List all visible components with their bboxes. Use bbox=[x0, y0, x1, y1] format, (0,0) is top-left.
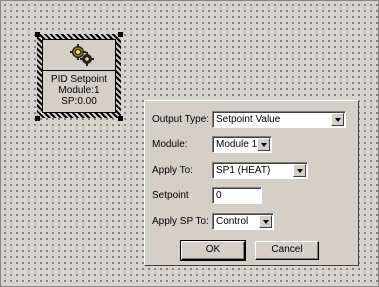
apply-sp-to-dropdown[interactable]: Control bbox=[212, 213, 274, 230]
output-type-dropdown[interactable]: Setpoint Value bbox=[212, 111, 346, 128]
selection-handle[interactable] bbox=[118, 116, 123, 121]
block-sp: SP:0.00 bbox=[61, 96, 97, 107]
apply-sp-to-value: Control bbox=[216, 216, 249, 227]
apply-sp-to-label: Apply SP To: bbox=[152, 216, 209, 227]
apply-to-dropdown[interactable]: SP1 (HEAT) bbox=[212, 162, 308, 179]
workspace-canvas[interactable]: PID Setpoint Module:1 SP:0.00 Output Typ… bbox=[0, 0, 379, 287]
block-body: PID Setpoint Module:1 SP:0.00 bbox=[42, 39, 116, 113]
setpoint-properties-panel: Output Type: Setpoint Value Module: Modu… bbox=[144, 100, 359, 266]
setpoint-input[interactable]: 0 bbox=[212, 187, 262, 204]
module-value: Module 1 bbox=[216, 139, 258, 150]
selection-handle[interactable] bbox=[118, 32, 123, 37]
selection-handle[interactable] bbox=[35, 116, 40, 121]
chevron-down-icon[interactable] bbox=[293, 164, 306, 177]
output-type-label: Output Type: bbox=[152, 114, 210, 125]
block-divider bbox=[43, 70, 115, 71]
block-title: PID Setpoint bbox=[50, 74, 108, 85]
module-dropdown[interactable]: Module 1 bbox=[212, 136, 272, 153]
apply-to-label: Apply To: bbox=[152, 165, 193, 176]
ok-button[interactable]: OK bbox=[180, 240, 246, 261]
module-label: Module: bbox=[152, 139, 188, 150]
gears-icon bbox=[70, 44, 94, 66]
block-text: PID Setpoint Module:1 SP:0.00 bbox=[43, 74, 115, 107]
pid-setpoint-block[interactable]: PID Setpoint Module:1 SP:0.00 bbox=[37, 34, 121, 118]
cancel-button[interactable]: Cancel bbox=[255, 241, 319, 260]
chevron-down-icon[interactable] bbox=[259, 215, 272, 228]
setpoint-value: 0 bbox=[216, 190, 222, 201]
block-module: Module:1 bbox=[58, 85, 100, 96]
chevron-down-icon[interactable] bbox=[331, 113, 344, 126]
chevron-down-icon[interactable] bbox=[257, 138, 270, 151]
apply-to-value: SP1 (HEAT) bbox=[216, 165, 271, 176]
selection-handle[interactable] bbox=[35, 32, 40, 37]
setpoint-label: Setpoint bbox=[152, 190, 189, 201]
output-type-value: Setpoint Value bbox=[216, 114, 281, 125]
